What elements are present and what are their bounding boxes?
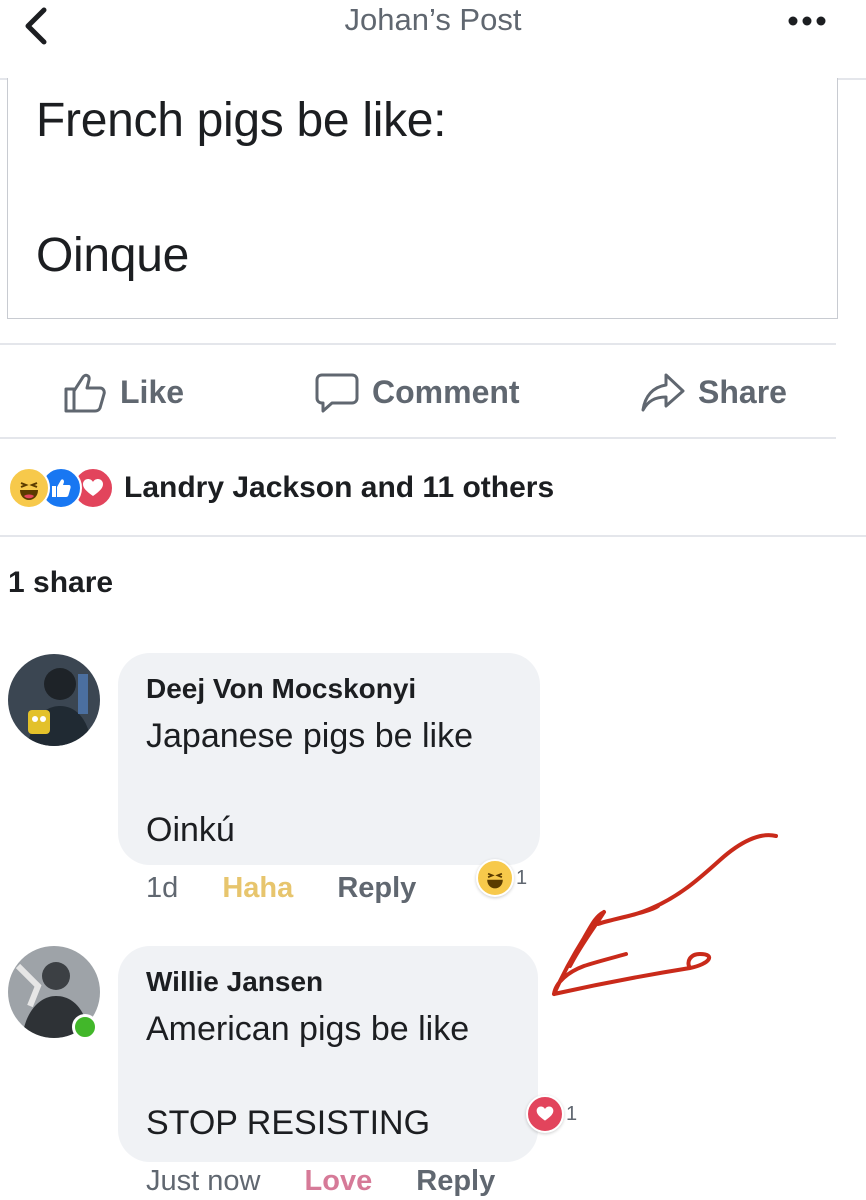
comment-label: Comment <box>372 373 520 410</box>
share-label: Share <box>698 373 787 410</box>
page-title: Johan’s Post <box>344 2 522 37</box>
post-content: French pigs be like: Oinque <box>7 78 838 319</box>
reaction-love-button[interactable]: Love <box>305 1165 373 1197</box>
post-text-line1: French pigs be like: <box>36 94 447 147</box>
thumbs-up-icon <box>64 373 106 413</box>
post-text-line2: Oinque <box>36 229 189 282</box>
comment-meta: 1d Haha Reply <box>146 872 416 905</box>
comment-text-line1: American pigs be like <box>146 1010 470 1048</box>
comment-text-line2: STOP RESISTING <box>146 1104 431 1142</box>
comment-author[interactable]: Willie Jansen <box>146 966 323 998</box>
haha-icon <box>476 859 514 897</box>
online-status-dot <box>72 1014 98 1040</box>
share-arrow-icon <box>641 373 685 412</box>
comment-bubble: Willie Jansen American pigs be like STOP… <box>118 946 538 1162</box>
comment-author[interactable]: Deej Von Mocskonyi <box>146 673 416 705</box>
hand-drawn-arrow-icon <box>552 833 778 996</box>
comment-time: Just now <box>146 1165 261 1197</box>
comment-button[interactable]: Comment <box>314 366 520 418</box>
haha-icon <box>8 467 50 509</box>
comment-reaction-badge[interactable]: 1 <box>476 858 527 898</box>
like-label: Like <box>120 373 185 410</box>
reaction-count: 1 <box>566 1102 578 1125</box>
reply-button[interactable]: Reply <box>337 872 416 904</box>
reactions-text[interactable]: Landry Jackson and 11 others <box>124 471 554 505</box>
comment-text-line1: Japanese pigs be like <box>146 717 474 755</box>
more-dots-icon[interactable] <box>782 10 832 32</box>
reactions-summary[interactable]: Landry Jackson and 11 others <box>8 466 554 510</box>
reply-button[interactable]: Reply <box>416 1165 495 1197</box>
comment-text-line2: Oinkú <box>146 811 235 849</box>
comment-time: 1d <box>146 872 179 904</box>
comment-meta: Just now Love Reply <box>146 1165 495 1198</box>
share-button[interactable]: Share <box>640 366 787 418</box>
avatar[interactable] <box>8 654 100 746</box>
divider <box>0 343 836 345</box>
divider <box>0 535 866 537</box>
reaction-haha-button[interactable]: Haha <box>222 872 293 904</box>
love-icon <box>526 1095 564 1133</box>
divider <box>0 437 836 439</box>
comment-bubble: Deej Von Mocskonyi Japanese pigs be like… <box>118 653 540 865</box>
comment-icon <box>315 373 359 413</box>
like-button[interactable]: Like <box>62 366 184 418</box>
reaction-count: 1 <box>516 866 528 889</box>
comment-reaction-badge[interactable]: 1 <box>526 1094 577 1134</box>
shares-count[interactable]: 1 share <box>8 566 113 600</box>
header-bar: Johan’s Post <box>0 0 866 80</box>
